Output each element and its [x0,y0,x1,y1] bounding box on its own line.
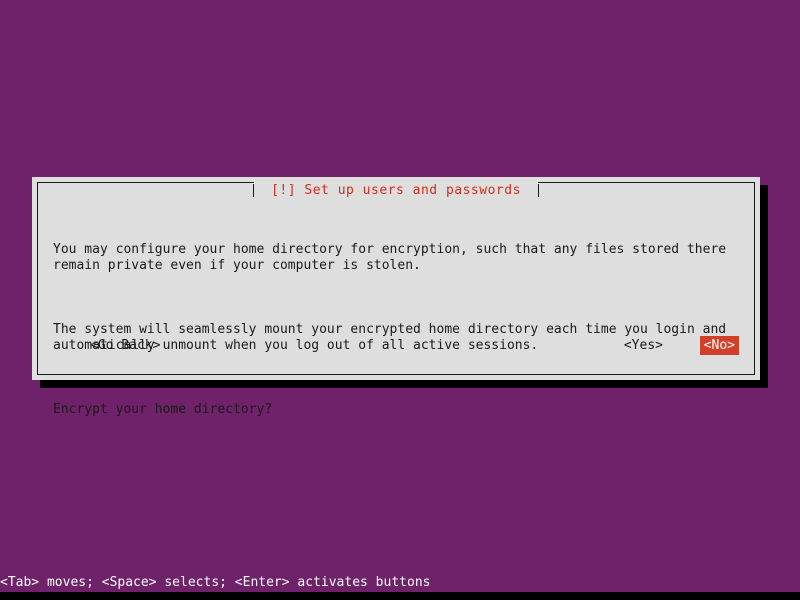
dialog-button-row: <Go Back> <Yes> <No> [53,336,739,355]
title-right-tick [537,184,539,197]
screen-bottom-bar [0,592,800,600]
no-button[interactable]: <No> [699,336,739,355]
message-paragraph-1: You may configure your home directory fo… [53,242,727,273]
dialog-title-container: [!] Set up users and passwords [254,182,538,199]
dialog-message-body: You may configure your home directory fo… [53,210,742,450]
dialog-panel: [!] Set up users and passwords You may c… [32,177,760,417]
message-question: Encrypt your home directory? [53,402,273,417]
go-back-button[interactable]: <Go Back> [86,336,164,355]
yes-button[interactable]: <Yes> [620,336,667,355]
status-bar-hint: <Tab> moves; <Space> selects; <Enter> ac… [0,575,431,590]
dialog-title: [!] Set up users and passwords [271,183,521,198]
dialog-window: [!] Set up users and passwords You may c… [32,177,768,417]
installer-screen: [!] Set up users and passwords You may c… [0,0,800,600]
dialog-titlebar: [!] Set up users and passwords [38,182,754,199]
dialog-inner-border: [!] Set up users and passwords You may c… [37,182,755,417]
title-left-tick [253,184,255,197]
